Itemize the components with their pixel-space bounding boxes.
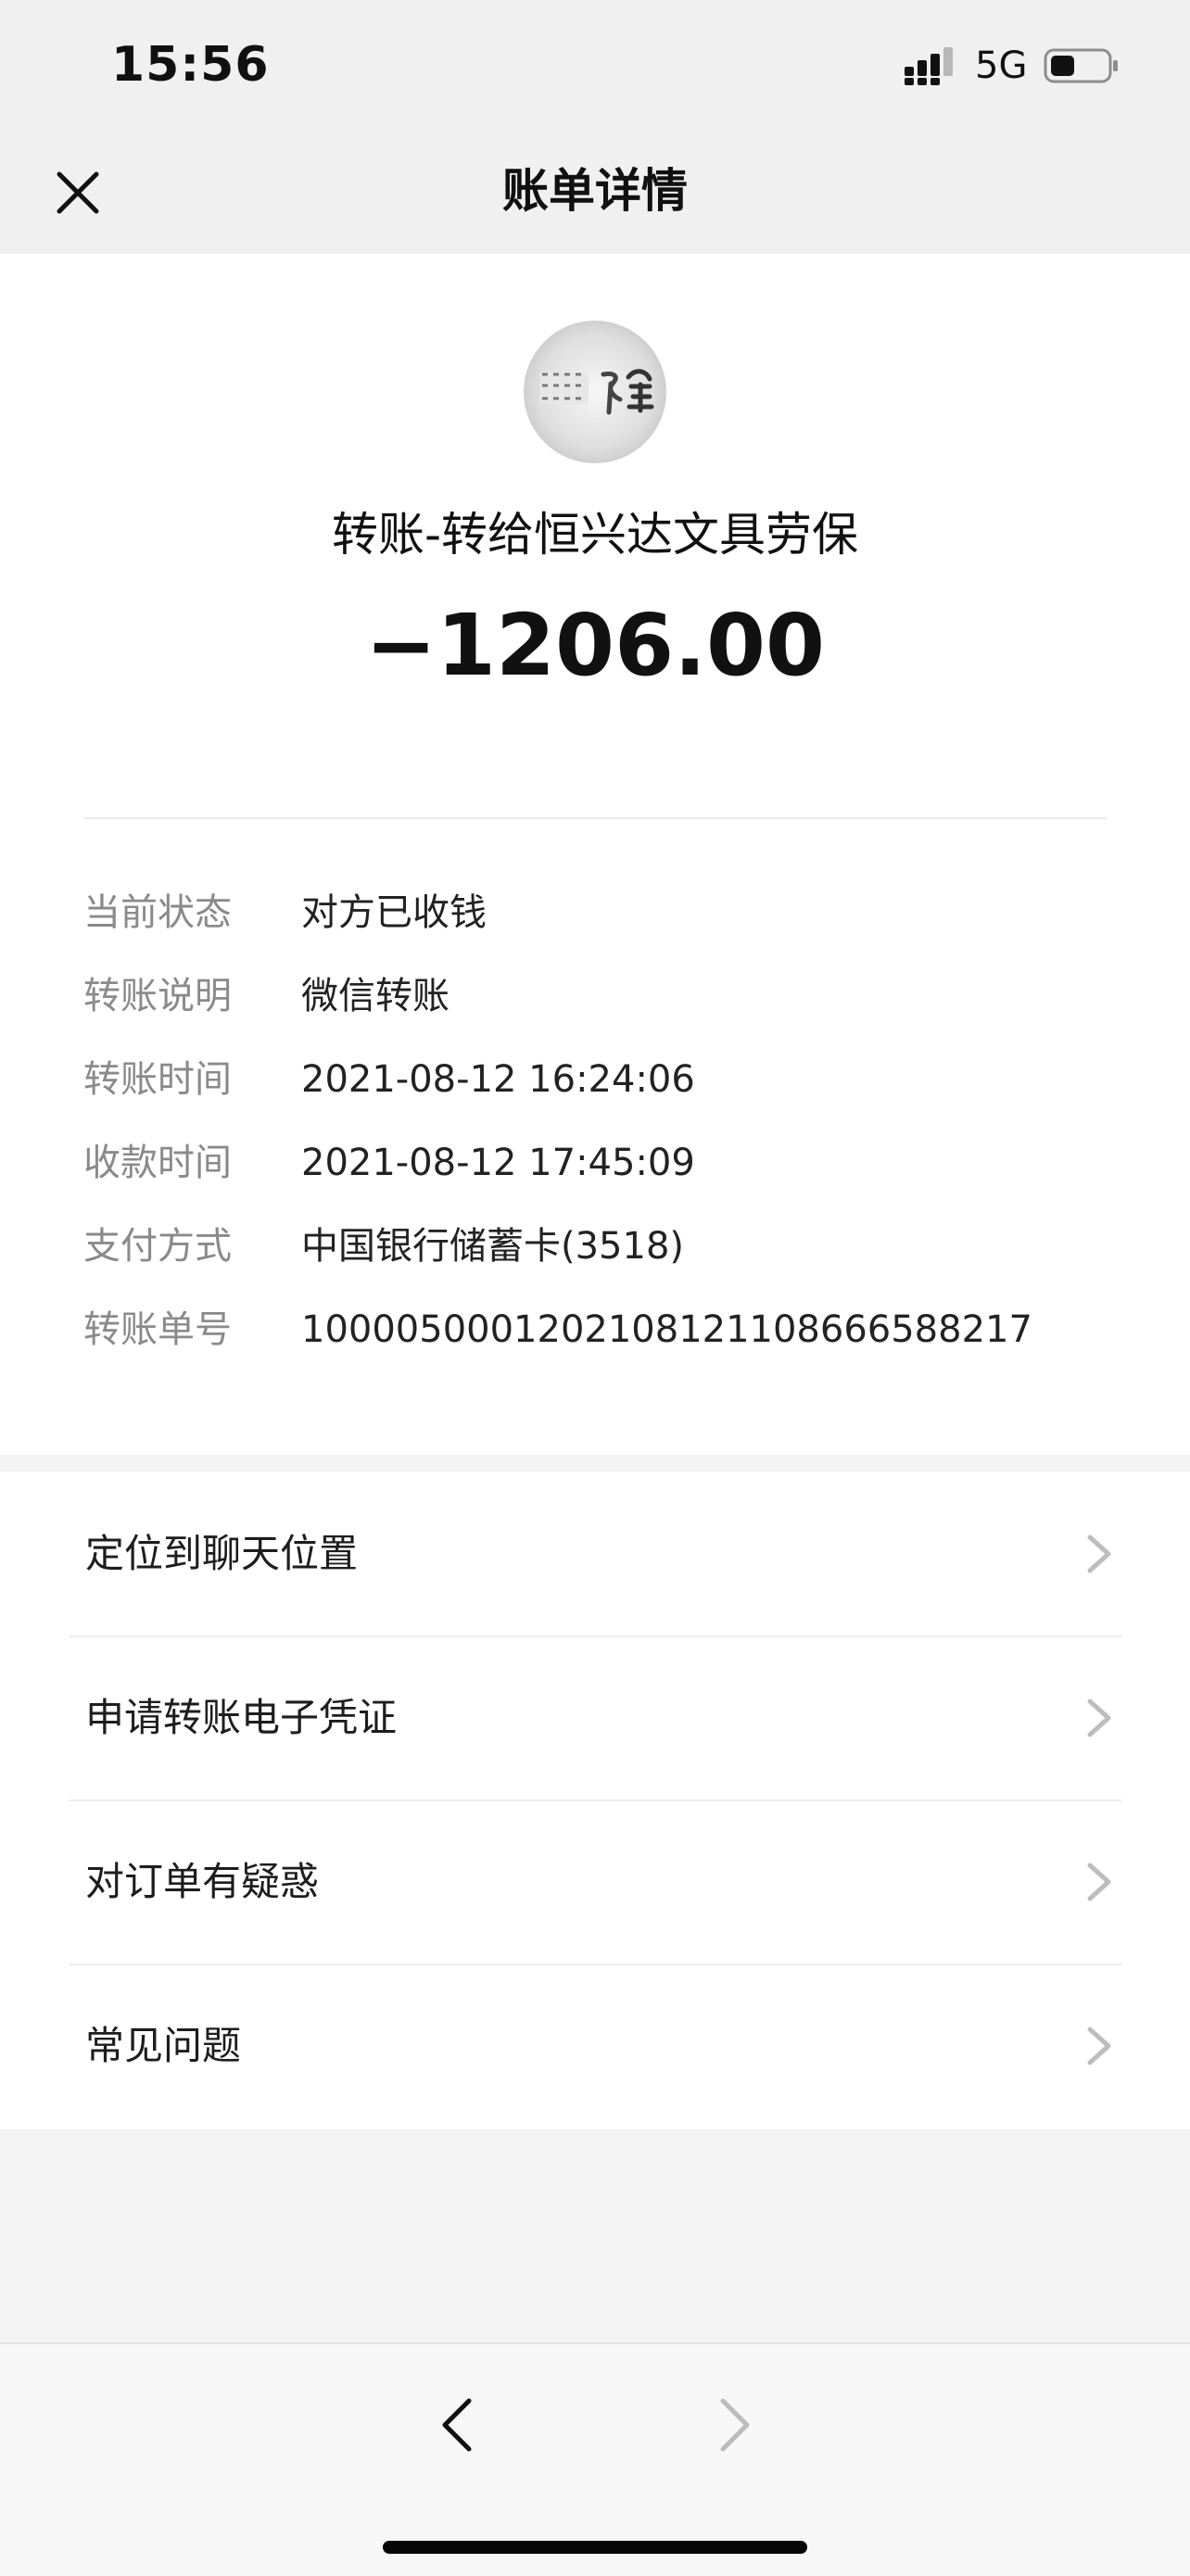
forward-arrow-icon[interactable]	[714, 2394, 756, 2456]
detail-label: 转账时间	[83, 1058, 232, 1101]
transfer-title: 转账-转给恒兴达文具劳保	[331, 508, 859, 562]
navigation-bar: 账单详情	[0, 130, 1190, 254]
action-label: 申请转账电子凭证	[85, 1695, 398, 1740]
back-arrow-icon[interactable]	[436, 2394, 478, 2456]
chevron-right-icon	[1087, 2027, 1111, 2065]
page-title: 账单详情	[502, 164, 688, 218]
detail-label: 转账说明	[83, 975, 232, 1017]
home-indicator[interactable]	[383, 2541, 807, 2554]
action-order-question[interactable]: 对订单有疑惑	[0, 1799, 1190, 1964]
detail-value: 2021-08-12 16:24:06	[301, 1058, 695, 1101]
signal-icon	[905, 47, 953, 85]
detail-value: 微信转账	[301, 975, 449, 1017]
merchant-avatar	[524, 321, 666, 463]
action-list: 定位到聊天位置 申请转账电子凭证 对订单有疑惑 常见问题	[0, 1471, 1190, 2129]
action-locate-chat[interactable]: 定位到聊天位置	[0, 1471, 1190, 1635]
detail-row-status: 当前状态 对方已收钱	[83, 880, 1121, 945]
battery-icon	[1044, 48, 1118, 83]
detail-value: 中国银行储蓄卡(3518)	[301, 1225, 685, 1268]
detail-value: 对方已收钱	[301, 891, 487, 934]
chevron-right-icon	[1087, 1698, 1111, 1737]
detail-label: 支付方式	[83, 1225, 232, 1268]
summary-divider	[83, 817, 1107, 819]
transfer-summary-card: 转账-转给恒兴达文具劳保 −1206.00 当前状态 对方已收钱 转账说明 微信…	[0, 254, 1190, 1455]
detail-row-transfer-time: 转账时间 2021-08-12 16:24:06	[83, 1047, 1121, 1112]
action-label: 定位到聊天位置	[85, 1531, 359, 1576]
detail-row-transaction-id: 转账单号 1000050001202108121108666588217	[83, 1297, 1121, 1362]
action-label: 常见问题	[85, 2023, 242, 2068]
status-bar: 15:56 5G	[0, 0, 1190, 130]
detail-row-receive-time: 收款时间 2021-08-12 17:45:09	[83, 1130, 1121, 1195]
bottom-navigation-bar	[0, 2342, 1190, 2576]
detail-label: 转账单号	[83, 1308, 232, 1351]
action-label: 对订单有疑惑	[85, 1859, 320, 1904]
status-time: 15:56	[111, 37, 270, 93]
chevron-right-icon	[1087, 1534, 1111, 1573]
detail-value: 2021-08-12 17:45:09	[301, 1142, 695, 1184]
network-label: 5G	[975, 44, 1028, 87]
detail-label: 当前状态	[83, 891, 232, 934]
action-request-receipt[interactable]: 申请转账电子凭证	[0, 1635, 1190, 1799]
action-faq[interactable]: 常见问题	[0, 1964, 1190, 2128]
detail-row-payment-method: 支付方式 中国银行储蓄卡(3518)	[83, 1214, 1121, 1279]
detail-label: 收款时间	[83, 1142, 232, 1184]
detail-value: 1000050001202108121108666588217	[301, 1308, 1032, 1351]
detail-row-description: 转账说明 微信转账	[83, 964, 1121, 1029]
transfer-amount: −1206.00	[364, 596, 826, 695]
chevron-right-icon	[1087, 1863, 1111, 1901]
